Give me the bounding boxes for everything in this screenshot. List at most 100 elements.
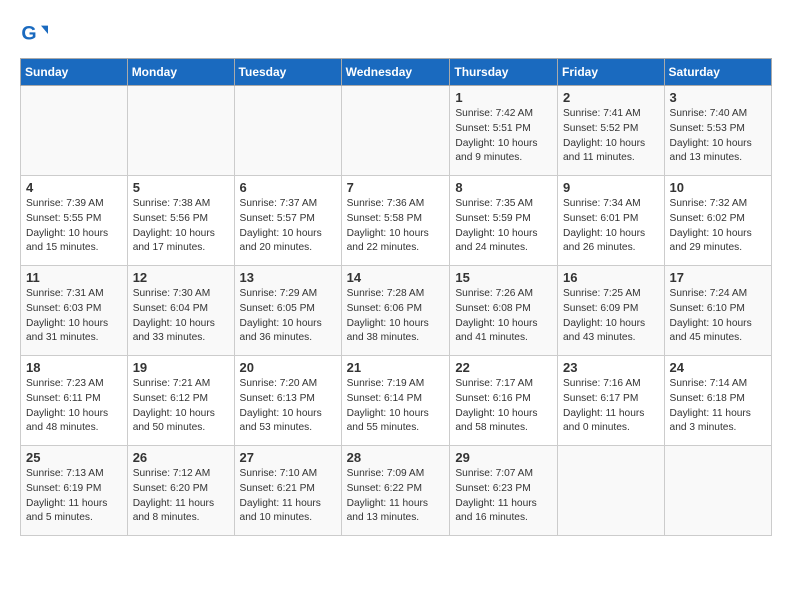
calendar-cell: 28 Sunrise: 7:09 AMSunset: 6:22 PMDayligh… — [341, 446, 450, 536]
weekday-header: Wednesday — [341, 59, 450, 86]
calendar-cell — [341, 86, 450, 176]
weekday-header: Monday — [127, 59, 234, 86]
day-number: 25 — [26, 450, 122, 465]
calendar-table: SundayMondayTuesdayWednesdayThursdayFrid… — [20, 58, 772, 536]
calendar-cell: 29 Sunrise: 7:07 AMSunset: 6:23 PMDayligh… — [450, 446, 558, 536]
day-info: Sunrise: 7:09 AMSunset: 6:22 PMDaylight:… — [347, 467, 445, 526]
day-number: 18 — [26, 360, 122, 375]
calendar-cell: 21 Sunrise: 7:19 AMSunset: 6:14 PMDayligh… — [341, 356, 450, 446]
day-info: Sunrise: 7:10 AMSunset: 6:21 PMDaylight:… — [240, 467, 336, 526]
day-number: 16 — [563, 270, 659, 285]
day-number: 21 — [347, 360, 445, 375]
day-number: 7 — [347, 180, 445, 195]
calendar-cell: 1 Sunrise: 7:42 AMSunset: 5:51 PMDaylight… — [450, 86, 558, 176]
day-info: Sunrise: 7:13 AMSunset: 6:19 PMDaylight:… — [26, 467, 122, 526]
day-info: Sunrise: 7:26 AMSunset: 6:08 PMDaylight:… — [455, 287, 552, 346]
day-number: 11 — [26, 270, 122, 285]
day-number: 15 — [455, 270, 552, 285]
day-info: Sunrise: 7:12 AMSunset: 6:20 PMDaylight:… — [133, 467, 229, 526]
day-info: Sunrise: 7:42 AMSunset: 5:51 PMDaylight:… — [455, 107, 552, 166]
day-number: 9 — [563, 180, 659, 195]
logo: G — [20, 20, 52, 48]
svg-text:G: G — [21, 23, 36, 45]
calendar-cell: 9 Sunrise: 7:34 AMSunset: 6:01 PMDaylight… — [558, 176, 665, 266]
calendar-cell: 5Sunrise: 7:38 AMSunset: 5:56 PMDaylight… — [127, 176, 234, 266]
calendar-week-row: 1 Sunrise: 7:42 AMSunset: 5:51 PMDaylight… — [21, 86, 772, 176]
calendar-header-row: SundayMondayTuesdayWednesdayThursdayFrid… — [21, 59, 772, 86]
day-info: Sunrise: 7:17 AMSunset: 6:16 PMDaylight:… — [455, 377, 552, 436]
day-number: 13 — [240, 270, 336, 285]
day-number: 17 — [670, 270, 766, 285]
day-info: Sunrise: 7:28 AMSunset: 6:06 PMDaylight:… — [347, 287, 445, 346]
day-info: Sunrise: 7:24 AMSunset: 6:10 PMDaylight:… — [670, 287, 766, 346]
day-info: Sunrise: 7:14 AMSunset: 6:18 PMDaylight:… — [670, 377, 766, 436]
day-number: 5 — [133, 180, 229, 195]
day-info: Sunrise: 7:39 AMSunset: 5:55 PMDaylight:… — [26, 197, 122, 256]
calendar-cell: 4 Sunrise: 7:39 AMSunset: 5:55 PMDaylight… — [21, 176, 128, 266]
day-number: 14 — [347, 270, 445, 285]
day-info: Sunrise: 7:29 AMSunset: 6:05 PMDaylight:… — [240, 287, 336, 346]
day-number: 28 — [347, 450, 445, 465]
day-number: 8 — [455, 180, 552, 195]
day-number: 20 — [240, 360, 336, 375]
calendar-cell: 27 Sunrise: 7:10 AMSunset: 6:21 PMDayligh… — [234, 446, 341, 536]
day-info: Sunrise: 7:35 AMSunset: 5:59 PMDaylight:… — [455, 197, 552, 256]
calendar-cell: 12 Sunrise: 7:30 AMSunset: 6:04 PMDayligh… — [127, 266, 234, 356]
day-number: 22 — [455, 360, 552, 375]
day-info: Sunrise: 7:41 AMSunset: 5:52 PMDaylight:… — [563, 107, 659, 166]
calendar-cell: 15 Sunrise: 7:26 AMSunset: 6:08 PMDayligh… — [450, 266, 558, 356]
calendar-cell: 10 Sunrise: 7:32 AMSunset: 6:02 PMDayligh… — [664, 176, 771, 266]
day-info: Sunrise: 7:30 AMSunset: 6:04 PMDaylight:… — [133, 287, 229, 346]
calendar-cell: 2 Sunrise: 7:41 AMSunset: 5:52 PMDaylight… — [558, 86, 665, 176]
day-number: 12 — [133, 270, 229, 285]
day-info: Sunrise: 7:31 AMSunset: 6:03 PMDaylight:… — [26, 287, 122, 346]
calendar-cell — [21, 86, 128, 176]
day-number: 3 — [670, 90, 766, 105]
day-info: Sunrise: 7:34 AMSunset: 6:01 PMDaylight:… — [563, 197, 659, 256]
day-number: 27 — [240, 450, 336, 465]
calendar-week-row: 25 Sunrise: 7:13 AMSunset: 6:19 PMDayligh… — [21, 446, 772, 536]
day-info: Sunrise: 7:19 AMSunset: 6:14 PMDaylight:… — [347, 377, 445, 436]
calendar-week-row: 18 Sunrise: 7:23 AMSunset: 6:11 PMDayligh… — [21, 356, 772, 446]
calendar-cell: 26 Sunrise: 7:12 AMSunset: 6:20 PMDayligh… — [127, 446, 234, 536]
weekday-header: Thursday — [450, 59, 558, 86]
day-number: 23 — [563, 360, 659, 375]
calendar-cell: 22 Sunrise: 7:17 AMSunset: 6:16 PMDayligh… — [450, 356, 558, 446]
calendar-cell: 25 Sunrise: 7:13 AMSunset: 6:19 PMDayligh… — [21, 446, 128, 536]
calendar-cell: 17 Sunrise: 7:24 AMSunset: 6:10 PMDayligh… — [664, 266, 771, 356]
calendar-cell: 18 Sunrise: 7:23 AMSunset: 6:11 PMDayligh… — [21, 356, 128, 446]
calendar-cell: 16 Sunrise: 7:25 AMSunset: 6:09 PMDayligh… — [558, 266, 665, 356]
calendar-body: 1 Sunrise: 7:42 AMSunset: 5:51 PMDaylight… — [21, 86, 772, 536]
calendar-cell: 20 Sunrise: 7:20 AMSunset: 6:13 PMDayligh… — [234, 356, 341, 446]
logo-icon: G — [20, 20, 48, 48]
day-number: 6 — [240, 180, 336, 195]
day-number: 19 — [133, 360, 229, 375]
weekday-header: Tuesday — [234, 59, 341, 86]
calendar-cell: 7 Sunrise: 7:36 AMSunset: 5:58 PMDaylight… — [341, 176, 450, 266]
day-number: 29 — [455, 450, 552, 465]
day-info: Sunrise: 7:36 AMSunset: 5:58 PMDaylight:… — [347, 197, 445, 256]
calendar-week-row: 11 Sunrise: 7:31 AMSunset: 6:03 PMDayligh… — [21, 266, 772, 356]
day-info: Sunrise: 7:40 AMSunset: 5:53 PMDaylight:… — [670, 107, 766, 166]
day-info: Sunrise: 7:23 AMSunset: 6:11 PMDaylight:… — [26, 377, 122, 436]
day-number: 2 — [563, 90, 659, 105]
calendar-cell: 24 Sunrise: 7:14 AMSunset: 6:18 PMDayligh… — [664, 356, 771, 446]
calendar-cell — [664, 446, 771, 536]
day-info: Sunrise: 7:21 AMSunset: 6:12 PMDaylight:… — [133, 377, 229, 436]
day-number: 1 — [455, 90, 552, 105]
day-info: Sunrise: 7:20 AMSunset: 6:13 PMDaylight:… — [240, 377, 336, 436]
calendar-cell: 19 Sunrise: 7:21 AMSunset: 6:12 PMDayligh… — [127, 356, 234, 446]
day-number: 10 — [670, 180, 766, 195]
calendar-cell — [558, 446, 665, 536]
day-number: 24 — [670, 360, 766, 375]
day-info: Sunrise: 7:25 AMSunset: 6:09 PMDaylight:… — [563, 287, 659, 346]
calendar-cell — [127, 86, 234, 176]
day-info: Sunrise: 7:32 AMSunset: 6:02 PMDaylight:… — [670, 197, 766, 256]
weekday-header: Friday — [558, 59, 665, 86]
calendar-cell: 23Sunrise: 7:16 AMSunset: 6:17 PMDayligh… — [558, 356, 665, 446]
day-info: Sunrise: 7:07 AMSunset: 6:23 PMDaylight:… — [455, 467, 552, 526]
weekday-header: Saturday — [664, 59, 771, 86]
day-number: 4 — [26, 180, 122, 195]
day-number: 26 — [133, 450, 229, 465]
calendar-cell: 3 Sunrise: 7:40 AMSunset: 5:53 PMDaylight… — [664, 86, 771, 176]
